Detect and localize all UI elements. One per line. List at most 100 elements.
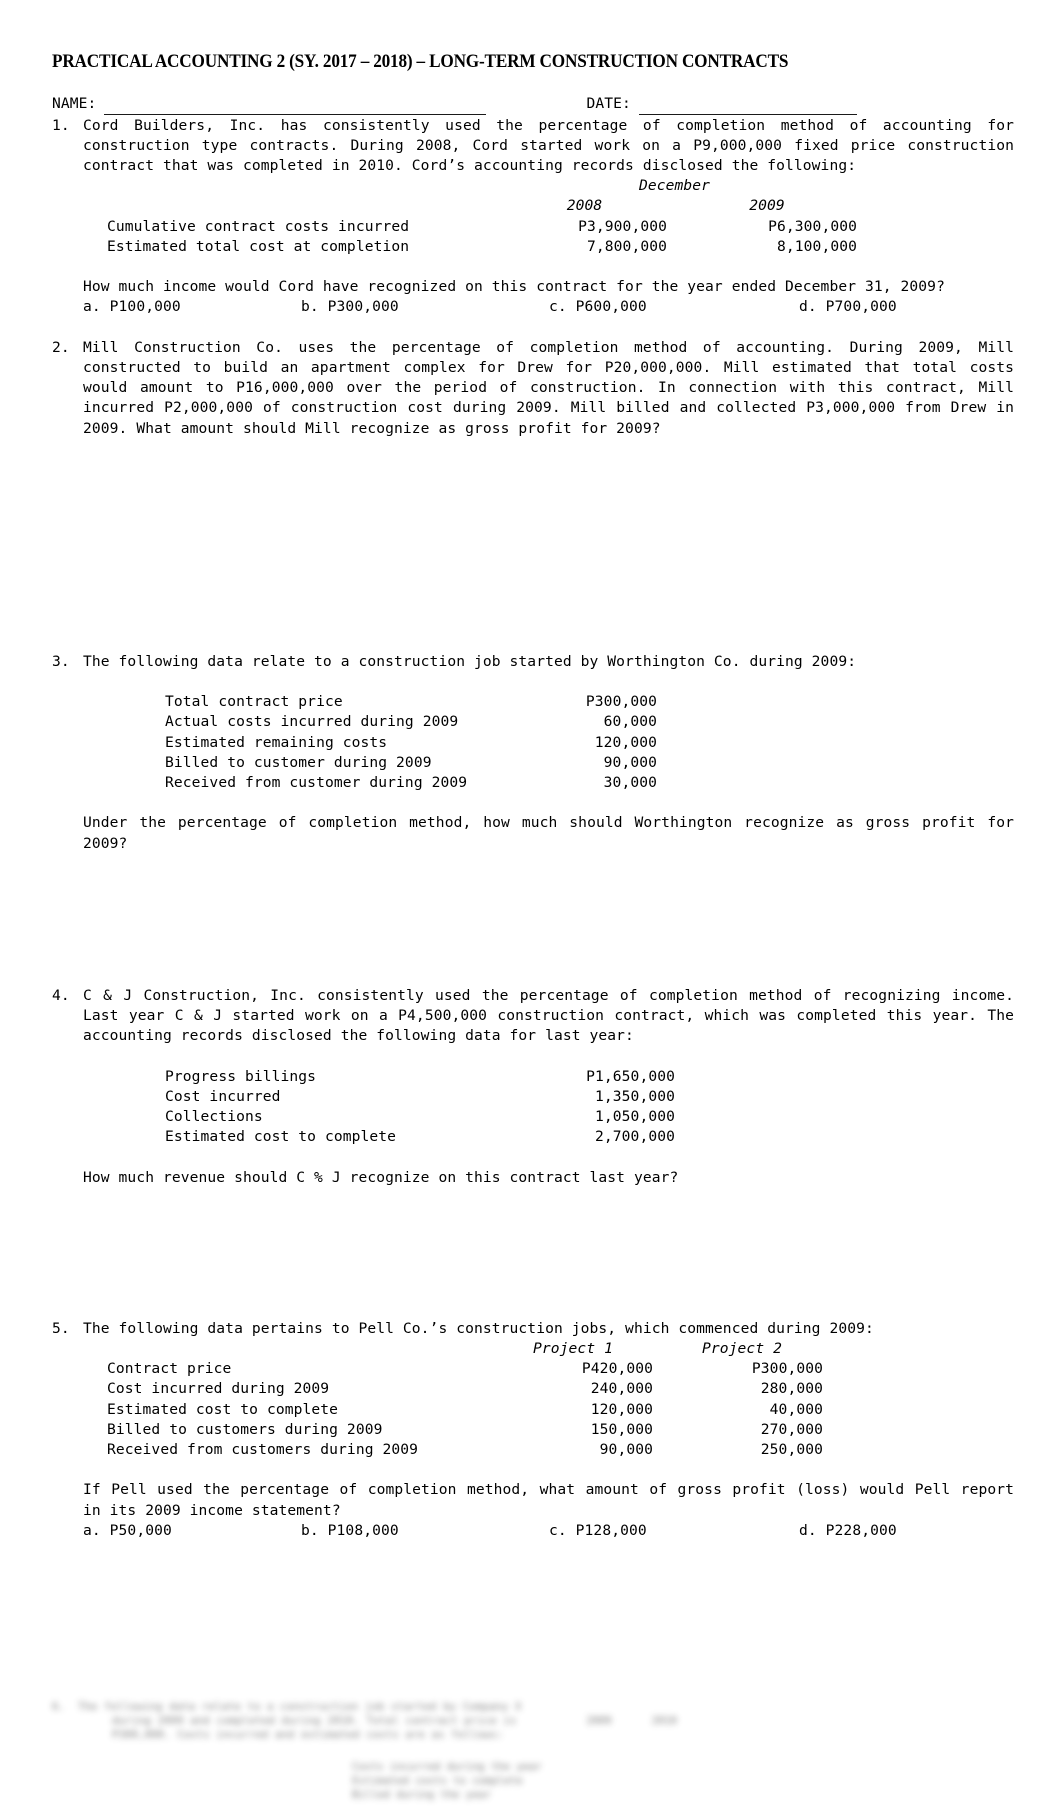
question-4-table: Progress billings P1,650,000 Cost incurr…: [165, 1067, 675, 1148]
row-label: Collections: [165, 1107, 263, 1125]
blurred-line: P300,000. Costs incurred and estimated c…: [112, 1728, 1010, 1742]
row-label: Cost incurred during 2009: [107, 1380, 330, 1398]
question-text: The following data relate to a construct…: [83, 652, 857, 670]
table-row: Billed to customer during 2009 90,000: [165, 753, 657, 773]
row-value: 30,000: [603, 773, 657, 791]
blurred-row-label: Costs incurred during the year: [352, 1761, 542, 1773]
column-header-2008: 2008: [566, 197, 603, 215]
choice-d[interactable]: d. P228,000: [799, 1521, 897, 1541]
row-label: Estimated remaining costs: [165, 733, 388, 751]
blurred-row-label: Billed during the year: [352, 1789, 492, 1801]
row-label: Cost incurred: [165, 1087, 281, 1105]
date-label: DATE:: [586, 95, 631, 113]
column-header-project-1: Project 1: [533, 1339, 613, 1357]
answer-space[interactable]: [83, 1188, 1014, 1319]
question-1-choices: a. P100,000 b. P300,000 c. P600,000 d. P…: [83, 297, 1014, 317]
row-label: Total contract price: [165, 693, 343, 711]
table-row: Actual costs incurred during 2009 60,000: [165, 712, 657, 732]
page-title: PRACTICAL ACCOUNTING 2 (SY. 2017 – 2018)…: [52, 52, 789, 72]
question-5: 5. The following data pertains to Pell C…: [52, 1319, 1014, 1541]
choice-a[interactable]: a. P100,000: [83, 297, 301, 317]
table-row: Total contract price P300,000: [165, 692, 657, 712]
question-number: 2.: [52, 338, 70, 356]
spacer-cell: [107, 176, 492, 196]
row-value: 1,050,000: [595, 1107, 675, 1125]
question-4: 4. C & J Construction, Inc. consistently…: [52, 986, 1014, 1319]
question-6-blurred: 6. The following data relate to a constr…: [52, 1700, 1010, 1804]
blurred-line: during 2009 and completed during 2010. T…: [112, 1714, 1010, 1728]
question-text: Cord Builders, Inc. has consistently use…: [83, 116, 1014, 174]
question-number: 4.: [52, 986, 70, 1004]
column-header-2009: 2009: [749, 197, 785, 215]
question-5-choices: a. P50,000 b. P108,000 c. P128,000 d. P2…: [83, 1521, 1014, 1541]
row-label: Received from customer during 2009: [165, 773, 468, 791]
choice-b[interactable]: b. P300,000: [301, 297, 549, 317]
table-row: Received from customer during 2009 30,00…: [165, 773, 657, 793]
choice-d[interactable]: d. P700,000: [799, 297, 897, 317]
answer-space[interactable]: [83, 439, 1014, 652]
blurred-column-2010: 2010: [651, 1715, 677, 1727]
table-row: Collections 1,050,000: [165, 1107, 675, 1127]
table-row: Progress billings P1,650,000: [165, 1067, 675, 1087]
choice-a[interactable]: a. P50,000: [83, 1521, 301, 1541]
question-text: C & J Construction, Inc. consistently us…: [83, 986, 1014, 1045]
spacer-cell: [107, 1339, 485, 1359]
name-input-rule[interactable]: [104, 101, 487, 115]
question-prompt: How much income would Cord have recogniz…: [83, 278, 945, 296]
row-label: Estimated total cost at completion: [107, 237, 410, 255]
choice-b[interactable]: b. P108,000: [301, 1521, 549, 1541]
row-label: Billed to customer during 2009: [165, 753, 432, 771]
question-number: 6.: [52, 1701, 65, 1713]
table-row: Estimated cost to complete 120,000 40,00…: [107, 1400, 823, 1420]
row-value-project-2: 270,000: [760, 1420, 823, 1438]
row-value-2008: P3,900,000: [578, 217, 667, 235]
question-number: 1.: [52, 116, 70, 134]
blurred-row: Costs incurred during the year: [352, 1760, 1010, 1774]
row-label: Estimated cost to complete: [107, 1400, 339, 1418]
blurred-line: 6. The following data relate to a constr…: [52, 1700, 1010, 1714]
name-date-row: NAME: DATE:: [52, 94, 1014, 115]
row-value: 60,000: [603, 713, 657, 731]
blurred-text: during 2009 and completed during 2010. T…: [112, 1715, 517, 1727]
answer-space[interactable]: [83, 854, 1014, 986]
row-value: P1,650,000: [586, 1067, 675, 1085]
row-label: Actual costs incurred during 2009: [165, 713, 459, 731]
blurred-row-label: Estimated costs to complete: [352, 1775, 523, 1787]
row-label: Contract price: [107, 1360, 232, 1378]
row-label: Billed to customers during 2009: [107, 1420, 383, 1438]
table-row: Received from customers during 2009 90,0…: [107, 1440, 823, 1460]
row-value-project-1: 150,000: [590, 1420, 653, 1438]
document-page: PRACTICAL ACCOUNTING 2 (SY. 2017 – 2018)…: [0, 0, 1062, 1807]
question-text: Mill Construction Co. uses the percentag…: [83, 338, 1014, 437]
row-value-project-1: 120,000: [590, 1400, 653, 1418]
table-row: Estimated cost to complete 2,700,000: [165, 1127, 675, 1147]
row-label: Received from customers during 2009: [107, 1440, 419, 1458]
row-value-project-1: 240,000: [590, 1380, 653, 1398]
question-3: 3. The following data relate to a constr…: [52, 652, 1014, 986]
date-input-rule[interactable]: [638, 101, 857, 115]
row-value-project-1: 90,000: [599, 1440, 653, 1458]
row-label: Progress billings: [165, 1067, 317, 1085]
table-row: Estimated total cost at completion 7,800…: [107, 237, 857, 257]
question-prompt: Under the percentage of completion metho…: [83, 814, 1014, 852]
name-label: NAME:: [52, 95, 97, 113]
choice-c[interactable]: c. P600,000: [549, 297, 799, 317]
row-value-2009: 8,100,000: [777, 237, 857, 255]
row-value: 1,350,000: [595, 1087, 675, 1105]
question-text: The following data pertains to Pell Co.’…: [83, 1319, 874, 1337]
row-value: 90,000: [603, 753, 657, 771]
table-row: Cumulative contract costs incurred P3,90…: [107, 217, 857, 237]
choice-c[interactable]: c. P128,000: [549, 1521, 799, 1541]
question-number: 3.: [52, 652, 70, 670]
row-value: 2,700,000: [595, 1128, 675, 1146]
blurred-row: Billed during the year: [352, 1788, 1010, 1802]
row-value-project-2: 40,000: [769, 1400, 823, 1418]
